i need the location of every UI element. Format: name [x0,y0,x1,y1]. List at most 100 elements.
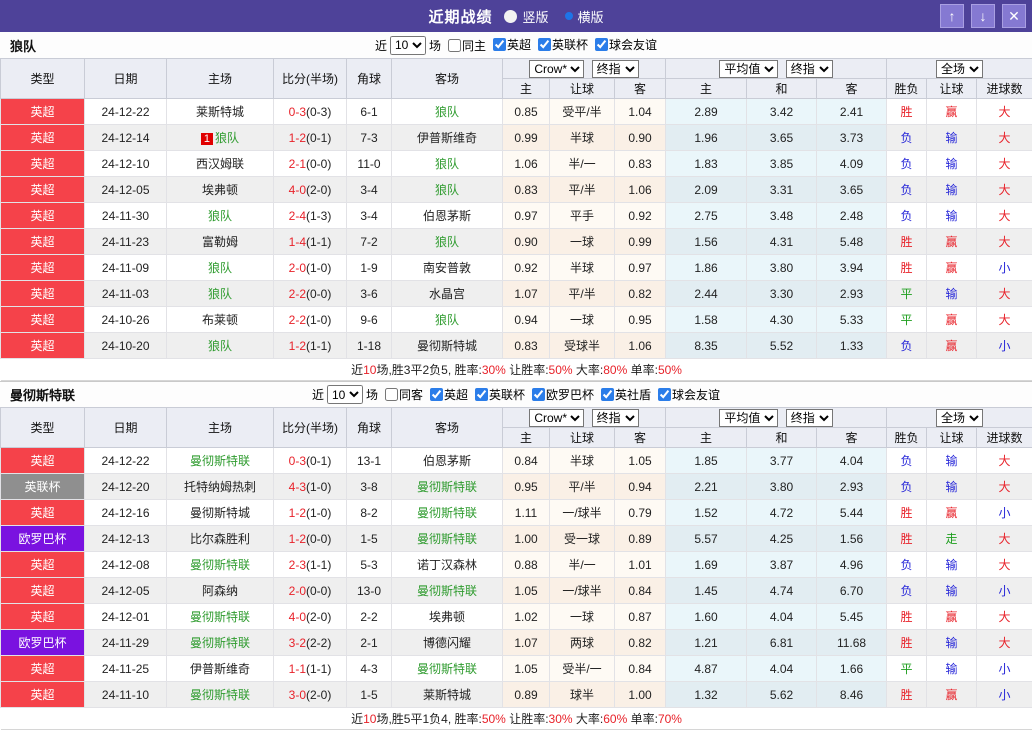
col-res-goals: 进球数 [977,428,1032,448]
move-up-button[interactable]: ↑ [940,4,964,28]
away-team: 曼彻斯特联 [392,578,503,604]
result-winloss: 负 [887,578,927,604]
league-filter-球会友谊[interactable]: 球会友谊 [588,36,657,53]
corner-score: 8-2 [347,500,392,526]
radio-horizontal-layout[interactable]: 横版 [565,7,604,26]
odds-home: 1.02 [503,604,550,630]
odds-handicap: 半球 [550,255,615,281]
fulltime-select[interactable]: 全场 [936,409,983,427]
match-row: 英超24-12-10西汉姆联2-1(0-0)11-0狼队1.06半/一0.831… [1,151,1032,177]
bookmaker-select[interactable]: Crow* [529,409,584,427]
league-filter-checkbox[interactable] [658,388,671,401]
home-team-name: 伊普斯维奇 [190,662,250,676]
home-team-name: 曼彻斯特联 [190,558,250,572]
league-type-badge: 英超 [1,500,85,526]
home-team-name: 狼队 [208,287,232,301]
league-filter-英社盾[interactable]: 英社盾 [594,386,651,403]
radio-unselected-icon [504,10,517,23]
avg-away: 5.48 [817,229,887,255]
avg-home: 2.09 [666,177,747,203]
league-filter-英超[interactable]: 英超 [423,386,468,403]
col-res-handicap: 让球 [927,428,977,448]
move-down-button[interactable]: ↓ [971,4,995,28]
match-score: 2-2(0-0) [274,281,347,307]
radio-selected-icon [565,12,573,20]
avg-home: 2.75 [666,203,747,229]
near-label: 近 [375,37,387,54]
league-type-badge: 英超 [1,125,85,151]
odds-home: 1.07 [503,281,550,307]
avg-home: 1.32 [666,682,747,708]
league-type-badge: 英超 [1,203,85,229]
avg-away: 4.09 [817,151,887,177]
league-filter-checkbox[interactable] [493,38,506,51]
fulltime-score: 3-0 [289,688,306,702]
same-venue-toggle[interactable]: 同主 [441,37,486,54]
match-row: 英超24-10-20狼队1-2(1-1)1-18曼彻斯特城0.83受球半1.06… [1,333,1032,359]
fulltime-select[interactable]: 全场 [936,60,983,78]
avg-away: 8.46 [817,682,887,708]
result-handicap: 输 [927,203,977,229]
league-filter-checkbox[interactable] [601,388,614,401]
final-index-select[interactable]: 终指 [592,60,639,78]
odds-home: 0.85 [503,99,550,125]
average-select[interactable]: 平均值 [719,409,778,427]
fulltime-score: 2-2 [289,313,306,327]
league-filter-英联杯[interactable]: 英联杯 [468,386,525,403]
avg-draw: 3.80 [747,474,817,500]
same-venue-checkbox[interactable] [385,388,398,401]
league-filter-checkbox[interactable] [538,38,551,51]
match-row: 英超24-12-22曼彻斯特联0-3(0-1)13-1伯恩茅斯0.84半球1.0… [1,448,1032,474]
match-count-select[interactable]: 10 [327,385,363,404]
league-filter-checkbox[interactable] [475,388,488,401]
league-filter-英联杯[interactable]: 英联杯 [531,36,588,53]
league-filter-checkbox[interactable] [532,388,545,401]
league-filter-欧罗巴杯[interactable]: 欧罗巴杯 [525,386,594,403]
odds-handicap: 平/半 [550,177,615,203]
avg-home: 4.87 [666,656,747,682]
home-team: 阿森纳 [167,578,274,604]
match-score: 3-2(2-2) [274,630,347,656]
away-team: 曼彻斯特联 [392,526,503,552]
home-team-name: 莱斯特城 [196,105,244,119]
odds-away: 0.82 [615,281,666,307]
match-row: 英超24-12-01曼彻斯特联4-0(2-0)2-2埃弗顿1.02一球0.871… [1,604,1032,630]
avg-draw: 3.85 [747,151,817,177]
league-filter-checkbox[interactable] [430,388,443,401]
final-index-select-2[interactable]: 终指 [786,60,833,78]
result-winloss: 负 [887,333,927,359]
halftime-score: (1-1) [306,339,331,353]
average-select[interactable]: 平均值 [719,60,778,78]
corner-score: 4-3 [347,656,392,682]
radio-vertical-layout[interactable]: 竖版 [504,7,548,26]
radio-horizontal-label: 横版 [578,7,604,26]
summary-segment: 50% [658,363,682,377]
final-index-select-2[interactable]: 终指 [786,409,833,427]
avg-home: 8.35 [666,333,747,359]
fulltime-score: 1-2 [289,131,306,145]
col-avg-draw: 和 [747,428,817,448]
away-team: 狼队 [392,151,503,177]
same-venue-checkbox[interactable] [448,39,461,52]
odds-handicap: 半球 [550,448,615,474]
same-venue-toggle[interactable]: 同客 [378,386,423,403]
away-team-name: 狼队 [435,183,459,197]
home-team: 伊普斯维奇 [167,656,274,682]
home-team: 曼彻斯特联 [167,682,274,708]
final-index-select[interactable]: 终指 [592,409,639,427]
close-button[interactable]: ✕ [1002,4,1026,28]
team-name: 狼队 [10,36,36,55]
match-count-select[interactable]: 10 [390,36,426,55]
match-date: 24-12-22 [85,99,167,125]
away-team: 曼彻斯特城 [392,333,503,359]
bookmaker-select[interactable]: Crow* [529,60,584,78]
league-filter-英超[interactable]: 英超 [486,36,531,53]
home-team: 莱斯特城 [167,99,274,125]
league-filter-checkbox[interactable] [595,38,608,51]
halftime-score: (1-0) [306,261,331,275]
league-filter-球会友谊[interactable]: 球会友谊 [651,386,720,403]
odds-away: 0.83 [615,151,666,177]
odds-handicap: 一球 [550,604,615,630]
result-winloss: 负 [887,177,927,203]
summary-segment: 大率: [573,363,604,377]
